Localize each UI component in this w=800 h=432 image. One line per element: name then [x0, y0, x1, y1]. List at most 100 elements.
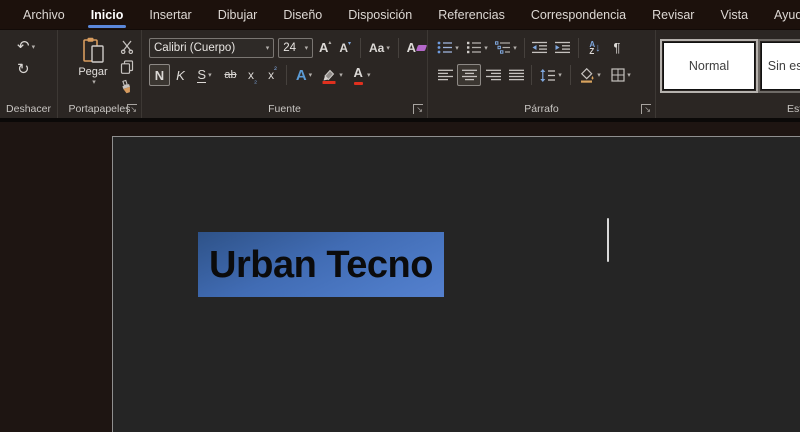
selected-text-block[interactable]: Urban Tecno: [198, 232, 444, 297]
clipboard-icon: [82, 37, 105, 64]
eraser-icon: [416, 45, 427, 51]
divider: [570, 65, 571, 85]
tab-revisar[interactable]: Revisar: [639, 0, 707, 30]
chevron-down-icon: ▾: [32, 43, 36, 51]
pilcrow-icon: ¶: [614, 40, 621, 55]
divider: [360, 38, 361, 58]
align-right-button[interactable]: [482, 64, 504, 86]
indent-icon: [555, 41, 571, 54]
change-case-button[interactable]: Aa ▾: [368, 40, 391, 56]
borders-button[interactable]: ▾: [606, 64, 636, 86]
align-left-button[interactable]: [434, 64, 456, 86]
multilevel-list-icon: [495, 41, 511, 54]
group-portapapeles: Pegar ▾: [58, 30, 142, 118]
tab-insertar[interactable]: Insertar: [136, 0, 204, 30]
align-center-button[interactable]: [457, 64, 481, 86]
undo-icon: ↶: [17, 38, 30, 56]
document-page[interactable]: Urban Tecno: [112, 136, 800, 432]
tab-archivo[interactable]: Archivo: [10, 0, 78, 30]
line-spacing-icon: [540, 69, 556, 82]
divider: [398, 38, 399, 58]
align-left-icon: [438, 69, 453, 81]
group-label-parrafo: Párrafo: [428, 103, 655, 115]
clear-formatting-button[interactable]: A: [406, 39, 427, 56]
underline-button[interactable]: S ▾: [191, 64, 218, 86]
align-right-icon: [486, 69, 501, 81]
tab-correspondencia[interactable]: Correspondencia: [518, 0, 639, 30]
bold-button[interactable]: N: [149, 64, 170, 86]
document-canvas: Urban Tecno: [0, 122, 800, 432]
paint-bucket-icon: [579, 68, 595, 83]
chevron-down-icon: ▾: [597, 71, 601, 79]
undo-button[interactable]: ↶ ▾: [16, 37, 57, 57]
word-window: Archivo Inicio Insertar Dibujar Diseño D…: [0, 0, 800, 432]
tab-disposicion[interactable]: Disposición: [335, 0, 425, 30]
font-name-value: Calibri (Cuerpo): [154, 42, 264, 54]
tab-referencias[interactable]: Referencias: [425, 0, 518, 30]
group-label-estilos: Estilos: [656, 103, 800, 115]
divider: [578, 38, 579, 58]
italic-button[interactable]: K: [171, 64, 190, 86]
font-dialog-launcher-icon[interactable]: ↘: [413, 104, 423, 114]
outdent-icon: [532, 41, 548, 54]
group-estilos: Normal Sin espaciado Estilos: [656, 30, 800, 118]
tab-dibujar[interactable]: Dibujar: [205, 0, 271, 30]
redo-button[interactable]: ↻: [16, 60, 57, 80]
superscript-button[interactable]: x²: [263, 64, 282, 86]
sort-button[interactable]: A Z ↓: [583, 40, 607, 56]
align-center-icon: [462, 69, 477, 81]
paragraph-dialog-launcher-icon[interactable]: ↘: [641, 104, 651, 114]
copy-icon: [120, 60, 134, 74]
increase-indent-button[interactable]: [552, 40, 574, 55]
cut-button[interactable]: [118, 39, 135, 55]
style-normal[interactable]: Normal: [663, 42, 755, 90]
chevron-down-icon: ▾: [386, 44, 390, 52]
highlighter-icon: [321, 67, 337, 84]
copy-button[interactable]: [118, 59, 135, 75]
group-label-fuente: Fuente: [142, 103, 427, 115]
font-color-swatch: [354, 82, 363, 85]
grow-font-button[interactable]: A ▴: [317, 39, 333, 56]
chevron-down-icon: ▾: [309, 71, 313, 79]
bullets-button[interactable]: ▾: [434, 40, 462, 55]
justify-button[interactable]: [505, 64, 527, 86]
borders-icon: [611, 68, 625, 82]
font-name-select[interactable]: Calibri (Cuerpo) ▾: [149, 38, 274, 58]
group-fuente: Calibri (Cuerpo) ▾ 24 ▾ A ▴ A ▾ Aa: [142, 30, 428, 118]
numbered-list-icon: [466, 41, 482, 54]
chevron-down-icon: ▾: [558, 71, 562, 79]
chevron-down-icon: ▾: [627, 71, 631, 79]
show-marks-button[interactable]: ¶: [608, 39, 626, 56]
divider: [286, 65, 287, 85]
tab-diseno[interactable]: Diseño: [270, 0, 335, 30]
group-label-deshacer: Deshacer: [0, 103, 57, 115]
chevron-down-icon: ▾: [266, 44, 270, 52]
font-color-button[interactable]: A ▾: [347, 64, 375, 86]
decrease-indent-button[interactable]: [529, 40, 551, 55]
text-effects-button[interactable]: A ▾: [291, 64, 317, 86]
numbering-button[interactable]: ▾: [463, 40, 491, 55]
document-text: Urban Tecno: [198, 235, 433, 295]
tab-inicio[interactable]: Inicio: [78, 0, 137, 30]
shrink-font-button[interactable]: A ▾: [337, 40, 353, 56]
clipboard-dialog-launcher-icon[interactable]: ↘: [127, 104, 137, 114]
divider: [524, 38, 525, 58]
style-sin-espaciado[interactable]: Sin espaciado: [761, 42, 800, 90]
shading-button[interactable]: ▾: [575, 64, 605, 86]
line-spacing-button[interactable]: ▾: [536, 64, 566, 86]
redo-icon: ↻: [17, 61, 30, 79]
chevron-down-icon: ▾: [367, 71, 371, 79]
chevron-down-icon: ▾: [339, 71, 343, 79]
text-highlight-button[interactable]: ▾: [318, 64, 346, 86]
chevron-down-icon: ▾: [305, 44, 309, 52]
multilevel-list-button[interactable]: ▾: [492, 40, 520, 55]
tab-ayuda[interactable]: Ayuda: [761, 0, 800, 30]
strikethrough-button[interactable]: ab: [219, 64, 242, 86]
menu-bar: Archivo Inicio Insertar Dibujar Diseño D…: [0, 0, 800, 30]
format-painter-button[interactable]: [118, 79, 135, 96]
scissors-icon: [120, 40, 134, 54]
paste-label: Pegar: [78, 66, 107, 78]
subscript-button[interactable]: x₂: [243, 64, 262, 86]
tab-vista[interactable]: Vista: [707, 0, 761, 30]
font-size-select[interactable]: 24 ▾: [278, 38, 313, 58]
